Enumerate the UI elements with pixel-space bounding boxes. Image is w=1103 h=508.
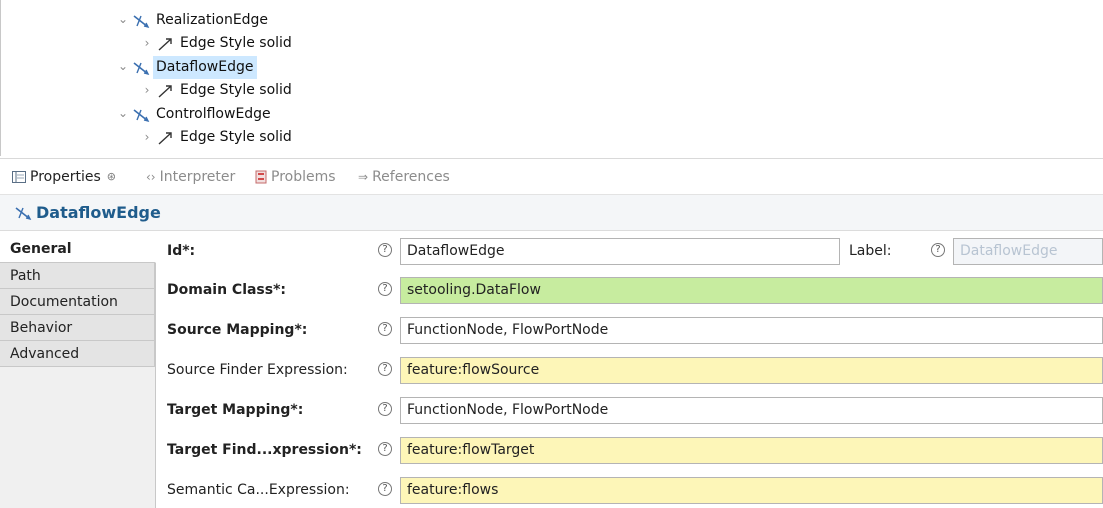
tab-interpreter[interactable]: ‹› Interpreter [146, 159, 235, 195]
edge-mapping-icon [15, 206, 32, 220]
tree-item-label: Edge Style solid [180, 35, 292, 51]
tree-item-edge-style[interactable]: › Edge Style solid [140, 79, 295, 102]
target-finder-expression-input[interactable]: feature:flowTarget [400, 437, 1103, 464]
field-label: Label: [849, 243, 892, 259]
help-icon[interactable]: ? [378, 402, 392, 416]
properties-icon [12, 171, 26, 183]
source-mapping-input[interactable]: FunctionNode, FlowPortNode [400, 317, 1103, 344]
general-properties-form: Id*: ? DataflowEdge Label: ? DataflowEdg… [157, 231, 1103, 508]
edge-style-icon [158, 84, 172, 98]
source-finder-expression-input[interactable]: feature:flowSource [400, 357, 1103, 384]
semantic-candidates-expression-input[interactable]: feature:flows [400, 477, 1103, 504]
side-tab-documentation[interactable]: Documentation [0, 289, 155, 315]
field-row-source-finder-expression: Source Finder Expression: ? feature:flow… [157, 355, 1103, 385]
tree-item-label: DataflowEdge [153, 56, 257, 79]
mapping-tree: ⌄ RealizationEdge › Edge Style solid ⌄ D… [0, 0, 1103, 156]
help-icon[interactable]: ? [378, 322, 392, 336]
field-row-id: Id*: ? DataflowEdge Label: ? DataflowEdg… [157, 236, 1103, 266]
field-label: Semantic Ca...Expression: [167, 482, 350, 498]
field-row-target-mapping: Target Mapping*: ? FunctionNode, FlowPor… [157, 395, 1103, 425]
tree-item-edge-style[interactable]: › Edge Style solid [140, 32, 295, 55]
interpreter-icon: ‹› [146, 170, 156, 184]
target-mapping-input[interactable]: FunctionNode, FlowPortNode [400, 397, 1103, 424]
field-label: Source Finder Expression: [167, 362, 348, 378]
field-label: Domain Class*: [167, 282, 287, 298]
chevron-right-icon[interactable]: › [140, 79, 154, 102]
edge-mapping-icon [133, 108, 150, 122]
tree-item-label: RealizationEdge [156, 12, 269, 28]
tab-properties[interactable]: Properties ⊛ [12, 159, 116, 195]
tree-item-dataflow-edge[interactable]: ⌄ DataflowEdge [116, 56, 257, 79]
tab-label: References [372, 169, 450, 185]
label-input[interactable]: DataflowEdge [953, 238, 1103, 265]
tree-item-edge-style[interactable]: › Edge Style solid [140, 126, 295, 149]
field-label: Target Find...xpression*: [167, 442, 362, 458]
edge-mapping-icon [133, 14, 150, 28]
field-row-target-finder-expression: Target Find...xpression*: ? feature:flow… [157, 435, 1103, 465]
edge-style-icon [158, 37, 172, 51]
help-icon[interactable]: ? [378, 482, 392, 496]
chevron-down-icon[interactable]: ⌄ [116, 8, 130, 31]
chevron-right-icon[interactable]: › [140, 32, 154, 55]
domain-class-input[interactable]: setooling.DataFlow [400, 277, 1103, 304]
field-row-semantic-candidates-expression: Semantic Ca...Expression: ? feature:flow… [157, 475, 1103, 505]
help-icon[interactable]: ? [378, 282, 392, 296]
field-label: Id*: [167, 243, 196, 259]
side-tab-advanced[interactable]: Advanced [0, 341, 155, 367]
help-icon[interactable]: ? [931, 243, 945, 257]
side-tab-general[interactable]: General [0, 231, 156, 263]
tab-label: Problems [271, 169, 336, 185]
field-row-domain-class: Domain Class*: ? setooling.DataFlow [157, 275, 1103, 305]
tab-label: Properties [30, 169, 101, 185]
field-label: Source Mapping*: [167, 322, 308, 338]
view-tab-bar: Properties ⊛ ‹› Interpreter Problems ⇒ R… [0, 158, 1103, 194]
page-title: DataflowEdge [36, 203, 161, 222]
help-icon[interactable]: ? [378, 362, 392, 376]
tab-label: Interpreter [159, 169, 236, 185]
tree-item-label: Edge Style solid [180, 129, 292, 145]
side-tab-behavior[interactable]: Behavior [0, 315, 155, 341]
chevron-down-icon[interactable]: ⌄ [116, 55, 130, 78]
field-label: Target Mapping*: [167, 402, 304, 418]
tab-references[interactable]: ⇒ References [358, 159, 450, 195]
help-icon[interactable]: ? [378, 243, 392, 257]
chevron-down-icon[interactable]: ⌄ [116, 102, 130, 125]
properties-header: DataflowEdge [0, 194, 1103, 231]
chevron-right-icon[interactable]: › [140, 126, 154, 149]
tree-item-realization-edge[interactable]: ⌄ RealizationEdge [116, 9, 271, 32]
edge-style-icon [158, 131, 172, 145]
tree-item-label: ControlflowEdge [156, 106, 271, 122]
property-section-tabs: General Path Documentation Behavior Adva… [0, 231, 156, 508]
edge-mapping-icon [133, 61, 150, 75]
field-row-source-mapping: Source Mapping*: ? FunctionNode, FlowPor… [157, 315, 1103, 345]
tree-item-controlflow-edge[interactable]: ⌄ ControlflowEdge [116, 103, 274, 126]
references-icon: ⇒ [358, 170, 369, 184]
tree-item-label: Edge Style solid [180, 82, 292, 98]
tab-problems[interactable]: Problems [255, 159, 336, 195]
side-tab-path[interactable]: Path [0, 263, 155, 289]
help-icon[interactable]: ? [378, 442, 392, 456]
problems-icon [255, 170, 267, 184]
id-input[interactable]: DataflowEdge [400, 238, 840, 265]
close-icon[interactable]: ⊛ [107, 159, 116, 195]
